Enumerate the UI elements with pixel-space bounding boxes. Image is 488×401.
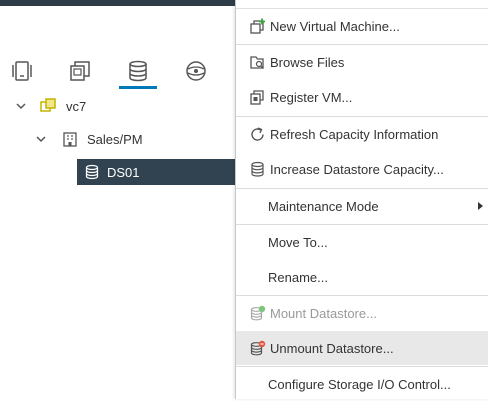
hosts-clusters-icon <box>12 61 32 81</box>
datastore-icon <box>85 164 99 180</box>
storage-icon <box>129 60 147 82</box>
inventory-tabs <box>0 52 236 92</box>
tree-label-vcenter: vc7 <box>66 98 87 114</box>
datacenter-icon <box>63 132 77 147</box>
browse-files-icon <box>250 56 264 69</box>
menu-item-label: New Virtual Machine... <box>270 18 400 34</box>
refresh-icon <box>251 127 264 141</box>
menu-item-register-vm[interactable]: Register VM... <box>236 80 488 114</box>
menu-item-label: Rename... <box>268 269 328 285</box>
datastore-icon <box>251 161 264 177</box>
menu-item-label: Increase Datastore Capacity... <box>270 161 444 177</box>
selection-highlight <box>77 159 236 185</box>
menu-item-move-to[interactable]: Move To... <box>236 225 488 259</box>
menu-item-browse-files[interactable]: Browse Files <box>236 45 488 79</box>
tree-item-vcenter[interactable]: vc7 <box>0 93 236 119</box>
menu-item-label: Register VM... <box>270 89 353 105</box>
vcenter-icon <box>40 98 56 112</box>
menu-item-label: Unmount Datastore... <box>270 340 394 356</box>
tree-label-datacenter: Sales/PM <box>87 131 143 147</box>
menu-item-increase-datastore-capacity[interactable]: Increase Datastore Capacity... <box>236 152 488 186</box>
tab-vms-templates[interactable] <box>65 56 95 86</box>
menu-item-new-virtual-machine[interactable]: New Virtual Machine... <box>236 9 488 43</box>
unmount-datastore-icon <box>250 340 266 356</box>
tab-storage[interactable] <box>119 56 157 89</box>
context-menu: New Virtual Machine... Browse Files Regi… <box>235 0 488 399</box>
mount-datastore-icon <box>250 305 266 321</box>
menu-item-rename[interactable]: Rename... <box>236 260 488 294</box>
menu-item-refresh-capacity[interactable]: Refresh Capacity Information <box>236 117 488 151</box>
tree-item-datastore[interactable]: DS01 <box>0 159 236 185</box>
tab-networking[interactable] <box>181 56 211 86</box>
menu-top-strip <box>236 0 488 9</box>
vms-templates-icon <box>70 61 90 81</box>
menu-item-unmount-datastore[interactable]: Unmount Datastore... <box>236 331 488 365</box>
menu-item-label: Mount Datastore... <box>270 305 377 321</box>
menu-item-label: Configure Storage I/O Control... <box>268 376 451 392</box>
menu-item-maintenance-mode[interactable]: Maintenance Mode <box>236 189 488 223</box>
chevron-down-icon[interactable] <box>15 100 27 112</box>
tree-item-datacenter[interactable]: Sales/PM <box>0 126 236 152</box>
tab-hosts-clusters[interactable] <box>7 56 37 86</box>
menu-item-label: Browse Files <box>270 54 345 70</box>
menu-item-label: Maintenance Mode <box>268 198 379 214</box>
submenu-arrow-icon <box>478 202 483 210</box>
register-vm-icon <box>250 90 264 105</box>
menu-item-mount-datastore: Mount Datastore... <box>236 296 488 330</box>
menu-item-configure-storage-io-control[interactable]: Configure Storage I/O Control... <box>236 367 488 401</box>
tree-label-datastore: DS01 <box>107 164 140 180</box>
new-vm-icon <box>250 18 265 34</box>
networking-icon <box>186 61 206 81</box>
menu-item-label: Move To... <box>268 234 328 250</box>
chevron-down-icon[interactable] <box>35 133 47 145</box>
menu-item-label: Refresh Capacity Information <box>270 126 439 142</box>
